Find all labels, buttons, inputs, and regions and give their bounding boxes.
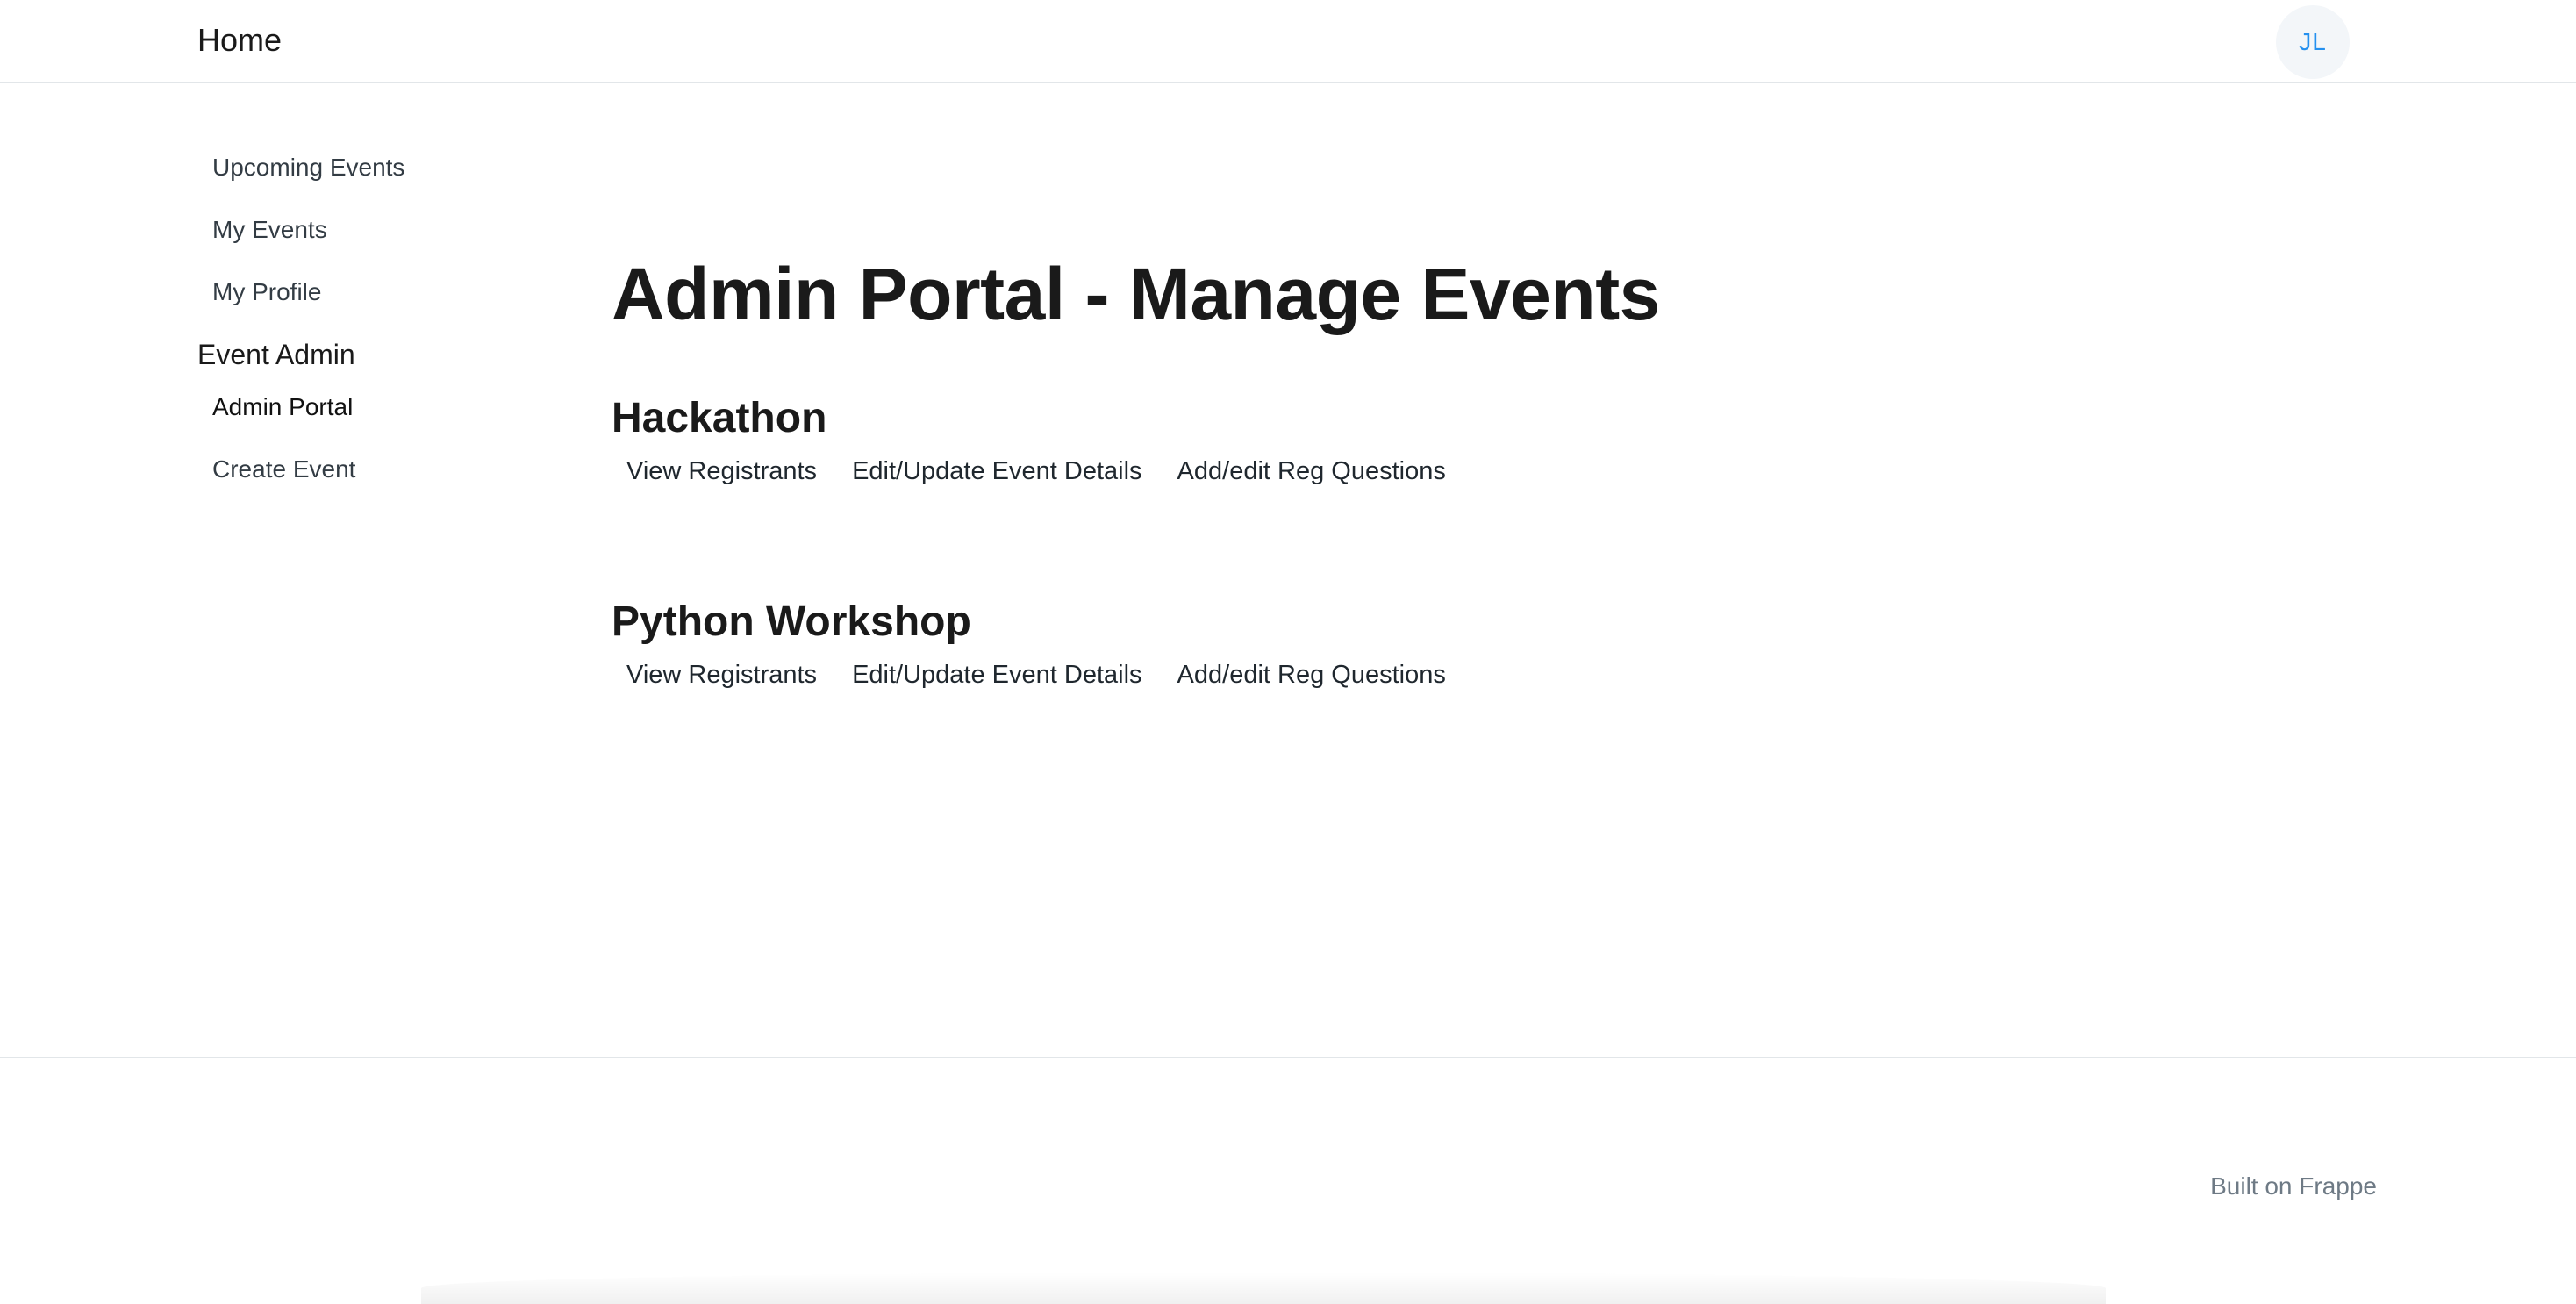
edit-event-details-link[interactable]: Edit/Update Event Details <box>837 451 1156 491</box>
event-actions: View Registrants Edit/Update Event Detai… <box>612 451 2279 491</box>
navbar: Home JL <box>0 0 2576 83</box>
footer-divider <box>0 1057 2576 1058</box>
sidebar-item-upcoming-events[interactable]: Upcoming Events <box>197 145 548 207</box>
event-card: Python Workshop View Registrants Edit/Up… <box>612 595 2279 695</box>
event-title: Hackathon <box>612 395 827 441</box>
user-avatar[interactable]: JL <box>2276 5 2350 79</box>
main-content: Admin Portal - Manage Events Hackathon V… <box>612 246 2279 695</box>
home-link[interactable]: Home <box>197 21 282 60</box>
page-title: Admin Portal - Manage Events <box>612 253 1660 335</box>
view-registrants-link[interactable]: View Registrants <box>612 655 832 695</box>
edit-reg-questions-link[interactable]: Add/edit Reg Questions <box>1163 655 1461 695</box>
event-actions: View Registrants Edit/Update Event Detai… <box>612 655 2279 695</box>
event-title: Python Workshop <box>612 598 971 645</box>
edit-reg-questions-link[interactable]: Add/edit Reg Questions <box>1163 451 1461 491</box>
sidebar-item-create-event[interactable]: Create Event <box>197 447 548 509</box>
sidebar-item-admin-portal[interactable]: Admin Portal <box>197 384 548 447</box>
bottom-shadow <box>421 1272 2106 1304</box>
view-registrants-link[interactable]: View Registrants <box>612 451 832 491</box>
built-on-frappe-link[interactable]: Built on Frappe <box>2210 1172 2377 1200</box>
event-card: Hackathon View Registrants Edit/Update E… <box>612 391 2279 491</box>
sidebar-item-my-events[interactable]: My Events <box>197 207 548 269</box>
sidebar-item-my-profile[interactable]: My Profile <box>197 269 548 332</box>
sidebar: Upcoming Events My Events My Profile Eve… <box>197 145 548 509</box>
edit-event-details-link[interactable]: Edit/Update Event Details <box>837 655 1156 695</box>
sidebar-section-title: Event Admin <box>197 339 355 370</box>
